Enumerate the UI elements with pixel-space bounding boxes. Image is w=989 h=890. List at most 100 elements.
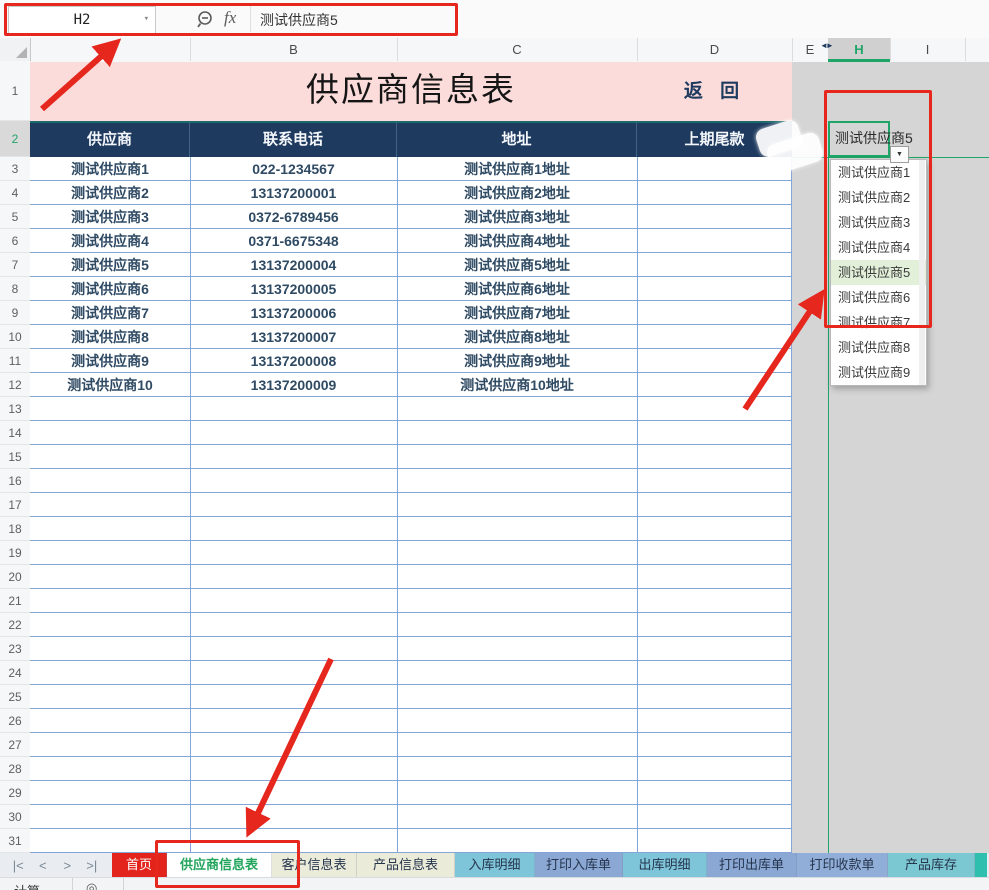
cell-balance[interactable] bbox=[637, 325, 792, 349]
cell-address[interactable]: 测试供应商6地址 bbox=[397, 277, 637, 301]
dropdown-option[interactable]: 测试供应商4 bbox=[831, 235, 926, 260]
table-row[interactable]: 测试供应商4 0371-6675348 测试供应商4地址 bbox=[30, 229, 792, 253]
row-header[interactable]: 28 bbox=[0, 757, 30, 781]
sheet-tab-partial[interactable] bbox=[975, 853, 987, 877]
dropdown-option[interactable]: 测试供应商3 bbox=[831, 210, 926, 235]
cell-balance[interactable] bbox=[637, 181, 792, 205]
macro-record-icon[interactable]: ◎ bbox=[86, 880, 97, 890]
table-row[interactable]: 测试供应商6 13137200005 测试供应商6地址 bbox=[30, 277, 792, 301]
cell-supplier[interactable]: 测试供应商6 bbox=[30, 277, 190, 301]
header-supplier[interactable]: 供应商 bbox=[30, 123, 190, 157]
cell-phone[interactable]: 13137200005 bbox=[190, 277, 397, 301]
sheet-tab[interactable]: 首页 bbox=[112, 853, 167, 877]
table-row[interactable]: 测试供应商10 13137200009 测试供应商10地址 bbox=[30, 373, 792, 397]
table-row[interactable]: 测试供应商9 13137200008 测试供应商9地址 bbox=[30, 349, 792, 373]
column-header-h[interactable]: H bbox=[828, 38, 891, 61]
sheet-tab[interactable]: 出库明细 bbox=[623, 853, 707, 877]
row-header[interactable]: 1 bbox=[0, 62, 30, 121]
cell-balance[interactable] bbox=[637, 277, 792, 301]
table-row[interactable]: 测试供应商8 13137200007 测试供应商8地址 bbox=[30, 325, 792, 349]
sheet-tab[interactable]: 供应商信息表 bbox=[167, 853, 272, 877]
cell-supplier[interactable]: 测试供应商7 bbox=[30, 301, 190, 325]
return-button[interactable]: 返 回 bbox=[637, 62, 792, 121]
row-header[interactable]: 18 bbox=[0, 517, 30, 541]
cell-balance[interactable] bbox=[637, 229, 792, 253]
row-header[interactable]: 2 bbox=[0, 121, 30, 157]
row-header[interactable]: 23 bbox=[0, 637, 30, 661]
cell-address[interactable]: 测试供应商8地址 bbox=[397, 325, 637, 349]
cell-balance[interactable] bbox=[637, 301, 792, 325]
cell-phone[interactable]: 0372-6789456 bbox=[190, 205, 397, 229]
header-address[interactable]: 地址 bbox=[397, 123, 637, 157]
row-header[interactable]: 30 bbox=[0, 805, 30, 829]
row-header[interactable]: 15 bbox=[0, 445, 30, 469]
last-sheet-button[interactable]: >| bbox=[80, 858, 105, 873]
row-header[interactable]: 20 bbox=[0, 565, 30, 589]
next-sheet-button[interactable]: > bbox=[55, 858, 80, 873]
prev-sheet-button[interactable]: < bbox=[31, 858, 56, 873]
cell-balance[interactable] bbox=[637, 253, 792, 277]
select-all-corner[interactable] bbox=[0, 38, 31, 61]
validation-dropdown-button[interactable]: ▼ bbox=[890, 146, 909, 163]
cell-balance[interactable] bbox=[637, 349, 792, 373]
dropdown-option[interactable]: 测试供应商8 bbox=[831, 335, 926, 360]
cell-supplier[interactable]: 测试供应商8 bbox=[30, 325, 190, 349]
row-header[interactable]: 5 bbox=[0, 205, 30, 229]
table-row[interactable]: 测试供应商5 13137200004 测试供应商5地址 bbox=[30, 253, 792, 277]
table-row[interactable]: 测试供应商3 0372-6789456 测试供应商3地址 bbox=[30, 205, 792, 229]
row-header[interactable]: 13 bbox=[0, 397, 30, 421]
cell-address[interactable]: 测试供应商5地址 bbox=[397, 253, 637, 277]
row-header[interactable]: 24 bbox=[0, 661, 30, 685]
sheet-tab[interactable]: 产品库存 bbox=[888, 853, 975, 877]
title-row[interactable]: 供应商信息表 返 回 bbox=[30, 62, 792, 121]
cell-supplier[interactable]: 测试供应商10 bbox=[30, 373, 190, 397]
cell-address[interactable]: 测试供应商7地址 bbox=[397, 301, 637, 325]
cell-address[interactable]: 测试供应商9地址 bbox=[397, 349, 637, 373]
cell-supplier[interactable]: 测试供应商3 bbox=[30, 205, 190, 229]
row-header[interactable]: 25 bbox=[0, 685, 30, 709]
row-header[interactable]: 27 bbox=[0, 733, 30, 757]
column-header-d[interactable]: D bbox=[637, 38, 793, 61]
sheet-tab[interactable]: 客户信息表 bbox=[272, 853, 357, 877]
name-box-dropdown-icon[interactable]: ▾ bbox=[144, 14, 149, 24]
table-row[interactable]: 测试供应商2 13137200001 测试供应商2地址 bbox=[30, 181, 792, 205]
sheet-tab[interactable]: 打印入库单 bbox=[535, 853, 623, 877]
name-box[interactable]: H2 ▾ bbox=[8, 6, 156, 34]
row-header[interactable]: 29 bbox=[0, 781, 30, 805]
row-header[interactable]: 9 bbox=[0, 301, 30, 325]
cell-supplier[interactable]: 测试供应商2 bbox=[30, 181, 190, 205]
sheet-tab[interactable]: 打印收款单 bbox=[797, 853, 888, 877]
cell-address[interactable]: 测试供应商10地址 bbox=[397, 373, 637, 397]
row-header[interactable]: 21 bbox=[0, 589, 30, 613]
header-phone[interactable]: 联系电话 bbox=[190, 123, 397, 157]
dropdown-option[interactable]: 测试供应商2 bbox=[831, 185, 926, 210]
formula-input[interactable]: 测试供应商5 bbox=[260, 10, 338, 30]
cell-phone[interactable]: 13137200001 bbox=[190, 181, 397, 205]
cell-supplier[interactable]: 测试供应商9 bbox=[30, 349, 190, 373]
zoom-icon[interactable] bbox=[196, 10, 216, 30]
dropdown-option[interactable]: 测试供应商9 bbox=[831, 360, 926, 385]
row-header[interactable]: 12 bbox=[0, 373, 30, 397]
dropdown-option[interactable]: 测试供应商5 bbox=[831, 260, 926, 285]
row-header[interactable]: 3 bbox=[0, 157, 30, 181]
dropdown-option[interactable]: 测试供应商6 bbox=[831, 285, 926, 310]
cell-supplier[interactable]: 测试供应商4 bbox=[30, 229, 190, 253]
row-header[interactable]: 17 bbox=[0, 493, 30, 517]
dropdown-option[interactable]: 测试供应商1 bbox=[831, 160, 926, 185]
first-sheet-button[interactable]: |< bbox=[6, 858, 31, 873]
row-header[interactable]: 19 bbox=[0, 541, 30, 565]
cell-address[interactable]: 测试供应商3地址 bbox=[397, 205, 637, 229]
sheet-tab[interactable]: 打印出库单 bbox=[707, 853, 797, 877]
cell-phone[interactable]: 0371-6675348 bbox=[190, 229, 397, 253]
cell-supplier[interactable]: 测试供应商1 bbox=[30, 157, 190, 181]
cell-supplier[interactable]: 测试供应商5 bbox=[30, 253, 190, 277]
cell-phone[interactable]: 13137200008 bbox=[190, 349, 397, 373]
column-header-a[interactable]: A bbox=[30, 38, 191, 61]
row-header[interactable]: 11 bbox=[0, 349, 30, 373]
row-header[interactable]: 14 bbox=[0, 421, 30, 445]
cell-phone[interactable]: 022-1234567 bbox=[190, 157, 397, 181]
sheet-tab[interactable]: 入库明细 bbox=[455, 853, 535, 877]
sheet-tab[interactable]: 产品信息表 bbox=[357, 853, 455, 877]
row-header[interactable]: 16 bbox=[0, 469, 30, 493]
row-header[interactable]: 26 bbox=[0, 709, 30, 733]
